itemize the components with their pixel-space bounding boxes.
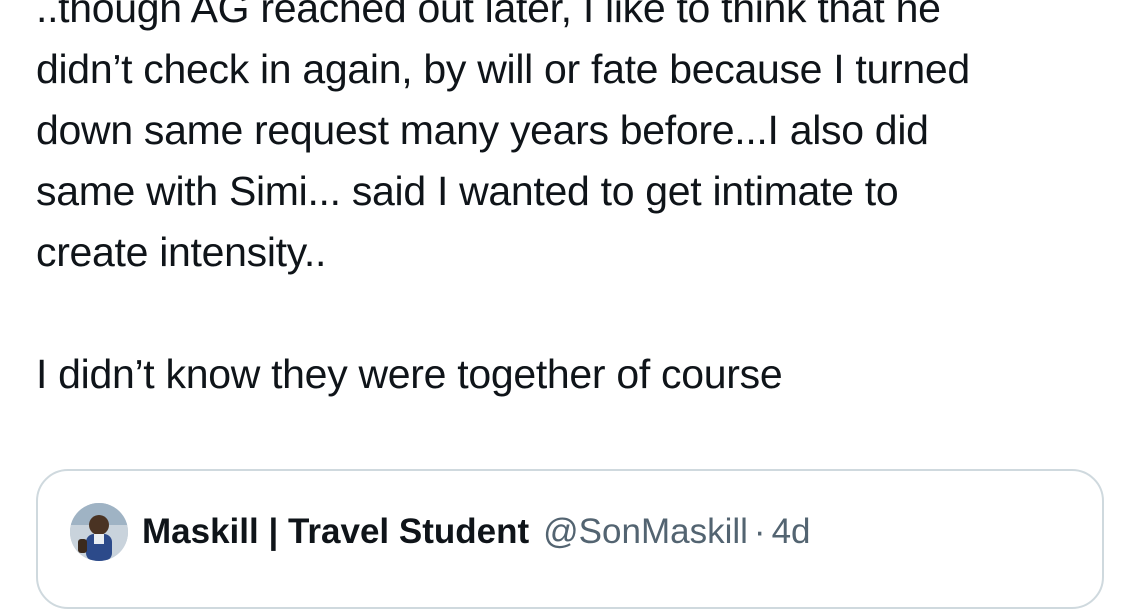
quoted-tweet-age[interactable]: 4d <box>772 512 811 552</box>
tweet-line: same with Simi... said I wanted to get i… <box>36 168 899 214</box>
tweet-body: ..though AG reached out later, I like to… <box>36 0 1096 405</box>
tweet-line: ..though AG reached out later, I like to… <box>36 0 941 31</box>
tweet-line: didn’t check in again, by will or fate b… <box>36 46 970 92</box>
user-avatar-icon <box>70 503 128 561</box>
quoted-author-name[interactable]: Maskill | Travel Student <box>142 512 529 552</box>
quoted-tweet-header: Maskill | Travel Student @SonMaskill · 4… <box>70 503 811 561</box>
tweet-line: I didn’t know they were together of cour… <box>36 351 783 397</box>
quoted-tweet-card[interactable]: Maskill | Travel Student @SonMaskill · 4… <box>36 469 1104 609</box>
quoted-author-handle[interactable]: @SonMaskill <box>543 512 748 552</box>
tweet-line: down same request many years before...I … <box>36 107 929 153</box>
separator-dot: · <box>753 512 766 551</box>
tweet-line: create intensity.. <box>36 229 327 275</box>
avatar[interactable] <box>70 503 128 561</box>
